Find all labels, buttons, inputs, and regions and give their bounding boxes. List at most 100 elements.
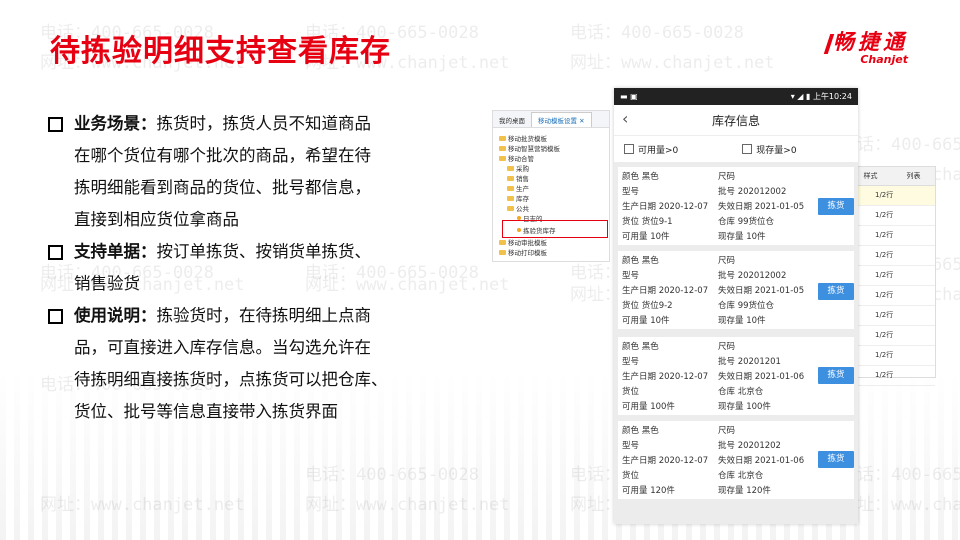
card-field: 生产日期 2020-12-07 (622, 372, 709, 382)
folder-icon (507, 185, 514, 191)
watermark-phone: 电话：400-665-0028 (840, 465, 960, 485)
square-bullet-icon (48, 117, 63, 132)
filter-bar: 可用量>0 现存量>0 (614, 135, 858, 162)
chanjet-logo: 畅捷通 Chanjet (823, 26, 908, 66)
stock-card[interactable]: 颜色 黑色 尺码 型号 批号 20201201 生产日期 2020-12-07 … (618, 337, 854, 415)
table-row[interactable]: 1/2行 (849, 346, 935, 366)
tree-label: 移动合管 (508, 155, 534, 163)
table-row[interactable]: 1/2行 (849, 266, 935, 286)
tree-label: 移动批货模板 (508, 135, 547, 143)
card-field: 失效日期 2021-01-06 (718, 456, 805, 466)
card-field: 货位 货位9-2 (622, 301, 673, 311)
status-icons-left: ▬ ▣ (620, 92, 638, 101)
app-bar: ‹ 库存信息 (614, 105, 858, 135)
bullet-head: 支持单据： (74, 242, 157, 261)
table-row[interactable]: 1/2行 (849, 286, 935, 306)
pick-button[interactable]: 拣货 (818, 367, 854, 384)
watermark-phone: 电话：400-665-0028 (840, 135, 960, 155)
card-field: 型号 (622, 441, 640, 451)
card-field: 型号 (622, 357, 640, 367)
watermark-phone: 电话：400-665-0028 (570, 23, 744, 43)
card-field: 仓库 99货位仓 (718, 217, 775, 227)
tree-item[interactable]: 移动审批模板 (499, 237, 547, 247)
tree-item[interactable]: 移动智慧营销模板 (499, 143, 560, 153)
table-row[interactable]: 1/2行 (849, 226, 935, 246)
watermark-site: 网址：www.chanjet.net (570, 53, 775, 73)
table-cell: 1/2行 (875, 351, 894, 359)
tree-label: 公共 (516, 205, 529, 213)
bullet-usage: 使用说明：拣验货时，在待拣明细上点商 品，可直接进入库存信息。当勾选允许在 待拣… (46, 300, 476, 428)
card-field: 批号 202012002 (718, 271, 787, 281)
table-cell: 1/2行 (875, 191, 894, 199)
filter-available-checkbox[interactable]: 可用量>0 (624, 143, 678, 156)
bullet-line: 品，可直接进入库存信息。当勾选允许在 (74, 338, 371, 357)
table-row[interactable]: 1/2行 (849, 306, 935, 326)
table-row[interactable]: 1/2行 (849, 366, 935, 386)
status-time: 上午10:24 (812, 92, 852, 101)
card-field: 可用量 100件 (622, 402, 675, 412)
close-icon[interactable]: ✕ (579, 117, 584, 125)
table-cell: 1/2行 (875, 231, 894, 239)
card-field: 颜色 黑色 (622, 426, 659, 436)
table-cell: 1/2行 (875, 251, 894, 259)
stock-card[interactable]: 颜色 黑色 尺码 型号 批号 20201202 生产日期 2020-12-07 … (618, 421, 854, 499)
tree-item[interactable]: 移动批货模板 (499, 133, 547, 143)
tab-mobile-template[interactable]: 移动模板设置 ✕ (531, 112, 592, 127)
bullet-line: 按订单拣货、按销货单拣货、 (156, 242, 372, 261)
table-cell: 1/2行 (875, 311, 894, 319)
tree-item[interactable]: 生产 (507, 183, 529, 193)
tree-label: 生产 (516, 185, 529, 193)
stock-card[interactable]: 颜色 黑色 尺码 型号 批号 202012002 生产日期 2020-12-07… (618, 167, 854, 245)
tree-label: 移动审批模板 (508, 239, 547, 247)
logo-cn: 畅捷通 (833, 30, 908, 54)
card-field: 批号 20201202 (718, 441, 781, 451)
tab-my-desktop[interactable]: 我的桌面 (493, 113, 531, 127)
tree-label: 移动智慧营销模板 (508, 145, 560, 153)
stock-card[interactable]: 颜色 黑色 尺码 型号 批号 202012002 生产日期 2020-12-07… (618, 251, 854, 329)
tree-item[interactable]: 销售 (507, 173, 529, 183)
bullet-line: 待拣明细直接拣货时，点拣货可以把仓库、 (74, 370, 388, 389)
table-row[interactable]: 1/2行 (849, 206, 935, 226)
card-field: 颜色 黑色 (622, 256, 659, 266)
card-field: 颜色 黑色 (622, 172, 659, 182)
card-field: 货位 (622, 387, 640, 397)
tree-label: 库存 (516, 195, 529, 203)
pick-button[interactable]: 拣货 (818, 451, 854, 468)
watermark-site: 网址：www.chanjet.net (305, 495, 510, 515)
card-field: 批号 202012002 (718, 187, 787, 197)
table-row[interactable]: 1/2行 (849, 246, 935, 266)
folder-icon (507, 165, 514, 171)
tree-label: 采购 (516, 165, 529, 173)
bullet-line: 拣明细能看到商品的货位、批号都信息， (74, 178, 371, 197)
phone-screen: ▬ ▣ ▾ ◢ ▮ 上午10:24 ‹ 库存信息 可用量>0 现存量>0 颜色 … (614, 88, 858, 524)
tree-item[interactable]: 库存 (507, 193, 529, 203)
card-field: 仓库 北京仓 (718, 471, 764, 481)
status-bar: ▬ ▣ ▾ ◢ ▮ 上午10:24 (614, 88, 858, 105)
bullet-line: 销售验货 (74, 274, 140, 293)
desktop-tabs: 我的桌面 移动模板设置 ✕ (493, 111, 609, 128)
card-field: 现存量 10件 (718, 232, 766, 242)
card-field: 尺码 (718, 172, 736, 182)
filter-onhand-checkbox[interactable]: 现存量>0 (742, 143, 797, 156)
bullet-line: 在哪个货位有哪个批次的商品，希望在待 (74, 146, 371, 165)
tree-item[interactable]: 移动合管 (499, 153, 534, 163)
bullet-line: 拣货时，拣货人员不知道商品 (156, 114, 372, 133)
bullet-line: 货位、批号等信息直接带入拣货界面 (74, 402, 338, 421)
card-field: 货位 (622, 471, 640, 481)
back-arrow-icon[interactable]: ‹ (622, 109, 628, 128)
tree-item[interactable]: 公共 (507, 203, 529, 213)
tree-item[interactable]: 移动打印模板 (499, 247, 547, 257)
filter-label: 现存量>0 (756, 145, 797, 156)
checkbox-icon (624, 144, 634, 154)
card-field: 仓库 99货位仓 (718, 301, 775, 311)
card-field: 尺码 (718, 256, 736, 266)
table-row[interactable]: 1/2行 (849, 186, 935, 206)
table-row[interactable]: 1/2行 (849, 326, 935, 346)
pick-button[interactable]: 拣货 (818, 198, 854, 215)
slide-title: 待拣验明细支持查看库存 (50, 34, 391, 69)
pick-button[interactable]: 拣货 (818, 283, 854, 300)
tree-item[interactable]: 采购 (507, 163, 529, 173)
tab-label: 移动模板设置 (538, 117, 577, 125)
folder-icon (507, 195, 514, 201)
watermark-site: 网址：www.chanjet.net (840, 495, 960, 515)
